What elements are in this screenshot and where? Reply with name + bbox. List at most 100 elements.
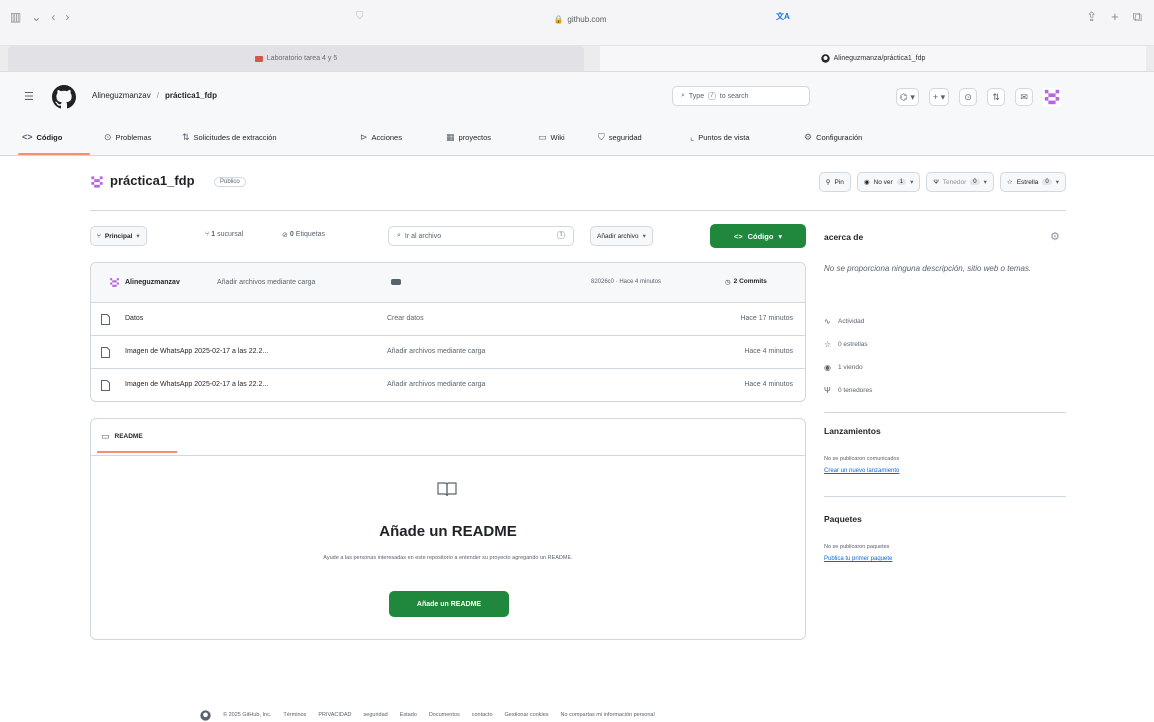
tab-actions[interactable]: ⊳ Acciones xyxy=(360,128,402,146)
star-label: Estrella xyxy=(1016,178,1039,186)
tags-link[interactable]: ⊘ 0 Etiquetas xyxy=(282,231,325,239)
browser-toolbar: ▥ ⌄ ‹ › ⛉ 🔒 github.com 文A ⇪ + ⧉ xyxy=(0,0,1154,46)
add-file-label: Añadir archivo xyxy=(597,232,639,240)
packages-heading[interactable]: Paquetes xyxy=(824,514,862,524)
fork-button[interactable]: Ψ Tenedor 0 ▾ xyxy=(926,172,994,192)
breadcrumb-separator: / xyxy=(156,91,159,100)
avatar[interactable] xyxy=(109,277,120,288)
footer-link-docs[interactable]: Documentos xyxy=(429,712,460,718)
tab-label: proyectos xyxy=(458,132,492,142)
stat-activity[interactable]: ∿ Actividad xyxy=(824,310,872,333)
sidebar-toggle-icon[interactable]: ▥ xyxy=(10,10,21,24)
tab-pull-requests[interactable]: ⇅ Solicitudes de extracción xyxy=(182,128,277,146)
file-icon xyxy=(101,347,110,358)
readme-tab[interactable]: ▭ README xyxy=(101,431,143,442)
footer-link-do-not-share[interactable]: No compartas mi información personal xyxy=(561,712,655,718)
github-logo-icon[interactable] xyxy=(52,85,76,109)
browser-tab-github[interactable]: Alineguzmanza/práctica1_fdp xyxy=(600,46,1146,71)
hamburger-menu-icon[interactable]: ☰ xyxy=(24,90,34,103)
repo-name[interactable]: práctica1_fdp xyxy=(110,173,195,188)
play-icon: ⊳ xyxy=(360,131,368,142)
issues-icon[interactable]: ⊙ xyxy=(959,88,978,106)
commit-meta[interactable]: 82026c0 · Hace 4 minutos xyxy=(591,279,661,285)
book-icon xyxy=(437,482,457,497)
tab-issues[interactable]: ⊙ Problemas xyxy=(104,128,151,146)
tab-label: Problemas xyxy=(115,132,152,142)
go-to-file-input[interactable]: ⌕ Ir al archivo t xyxy=(388,226,574,246)
add-file-button[interactable]: Añadir archivo ▾ xyxy=(590,226,653,246)
gear-icon[interactable]: ⚙ xyxy=(1050,230,1060,243)
publish-package-link[interactable]: Publica tu primer paquete xyxy=(824,556,892,562)
footer-link-status[interactable]: Estado xyxy=(400,712,417,718)
code-button[interactable]: <> Código ▾ xyxy=(710,224,806,248)
file-name[interactable]: Imagen de WhatsApp 2025-02-17 a las 22.2… xyxy=(125,381,268,388)
pin-button[interactable]: ⚲ Pin xyxy=(818,172,851,192)
star-button[interactable]: ☆ Estrella 0 ▾ xyxy=(999,172,1066,192)
add-readme-button[interactable]: Añade un README xyxy=(389,591,509,617)
address-bar[interactable]: 🔒 github.com xyxy=(500,11,660,27)
go-to-file-placeholder: Ir al archivo xyxy=(404,232,442,240)
tab-projects[interactable]: ▦ proyectos xyxy=(446,128,491,146)
inbox-icon[interactable]: ✉ xyxy=(1015,88,1034,106)
commit-author[interactable]: Alineguzmanzav xyxy=(125,279,180,286)
breadcrumb: Alineguzmanzav / práctica1_fdp xyxy=(92,91,217,100)
commits-link[interactable]: ◷ 2 Commits xyxy=(725,278,767,286)
commits-count: 2 Commits xyxy=(733,278,767,285)
stat-stars[interactable]: ☆ 0 estrellas xyxy=(824,333,872,356)
branches-link[interactable]: ⑂ 1 sucursal xyxy=(205,231,243,238)
repo-owner-avatar[interactable] xyxy=(90,175,104,189)
search-input[interactable]: ⌕ Type / to search xyxy=(672,86,810,106)
translate-icon[interactable]: 文A xyxy=(776,11,790,22)
stat-forks[interactable]: Ψ 0 tenedores xyxy=(824,379,872,402)
stat-watchers[interactable]: ◉ 1 viendo xyxy=(824,356,872,379)
chevron-down-icon[interactable]: ⌄ xyxy=(31,10,41,24)
branch-name: Principal xyxy=(104,232,133,240)
file-commit-message[interactable]: Añadir archivos mediante carga xyxy=(387,348,485,355)
commit-message[interactable]: Añadir archivos mediante carga xyxy=(217,279,315,286)
commit-expand-icon[interactable] xyxy=(391,279,401,285)
owner-link[interactable]: Alineguzmanzav xyxy=(92,91,151,100)
create-release-link[interactable]: Crear un nuevo lanzamiento xyxy=(824,468,899,474)
back-icon[interactable]: ‹ xyxy=(51,10,55,24)
pull-requests-icon[interactable]: ⇅ xyxy=(987,88,1006,106)
new-tab-icon[interactable]: + xyxy=(1111,9,1119,25)
table-row[interactable]: Datos Crear datos Hace 17 minutos xyxy=(91,303,805,336)
file-age: Hace 4 minutos xyxy=(744,381,793,388)
file-commit-message[interactable]: Añadir archivos mediante carga xyxy=(387,381,485,388)
privacy-shield-icon[interactable]: ⛉ xyxy=(356,11,364,22)
footer-link-contact[interactable]: contacto xyxy=(472,712,493,718)
footer-copyright: © 2025 GitHub, Inc. xyxy=(223,712,272,718)
github-logo-icon[interactable] xyxy=(200,709,211,721)
forward-icon[interactable]: › xyxy=(65,10,69,24)
tab-security[interactable]: ⛉ seguridad xyxy=(598,128,642,146)
repo-link[interactable]: práctica1_fdp xyxy=(165,91,217,100)
tab-wiki[interactable]: ▭ Wiki xyxy=(538,128,565,146)
file-name[interactable]: Imagen de WhatsApp 2025-02-17 a las 22.2… xyxy=(125,348,268,355)
file-name[interactable]: Datos xyxy=(125,315,143,322)
browser-tab-lab[interactable]: Laboratorio tarea 4 y 5 xyxy=(8,46,584,71)
table-row[interactable]: Imagen de WhatsApp 2025-02-17 a las 22.2… xyxy=(91,336,805,369)
about-description: No se proporciona ninguna descripción, s… xyxy=(824,264,1032,273)
tab-overview-icon[interactable]: ⧉ xyxy=(1133,9,1142,25)
releases-heading[interactable]: Lanzamientos xyxy=(824,426,881,436)
table-row[interactable]: Imagen de WhatsApp 2025-02-17 a las 22.2… xyxy=(91,369,805,401)
footer-link-terms[interactable]: Términos xyxy=(283,712,306,718)
user-avatar[interactable] xyxy=(1043,88,1062,106)
share-icon[interactable]: ⇪ xyxy=(1086,9,1097,25)
tab-code[interactable]: <> Código xyxy=(22,128,62,146)
footer-link-privacy[interactable]: PRIVACIDAD xyxy=(318,712,351,718)
watch-button[interactable]: ◉ No ver 1 ▾ xyxy=(856,172,921,192)
branch-selector[interactable]: ⑂ Principal ▾ xyxy=(90,226,147,246)
active-tab-underline xyxy=(97,451,177,453)
tab-insights[interactable]: ⌞ Puntos de vista xyxy=(690,128,750,146)
branches-label: sucursal xyxy=(217,231,244,238)
footer-link-cookies[interactable]: Gestionar cookies xyxy=(505,712,549,718)
issue-icon: ⊙ xyxy=(104,131,112,142)
file-age: Hace 4 minutos xyxy=(744,348,793,355)
github-favicon-icon xyxy=(820,54,830,63)
footer-link-security[interactable]: seguridad xyxy=(364,712,388,718)
create-new-button[interactable]: + ▾ xyxy=(928,88,950,106)
tab-settings[interactable]: ⚙ Configuración xyxy=(804,128,862,146)
file-commit-message[interactable]: Crear datos xyxy=(387,315,424,322)
copilot-button[interactable]: ⌬ ▾ xyxy=(896,88,919,106)
